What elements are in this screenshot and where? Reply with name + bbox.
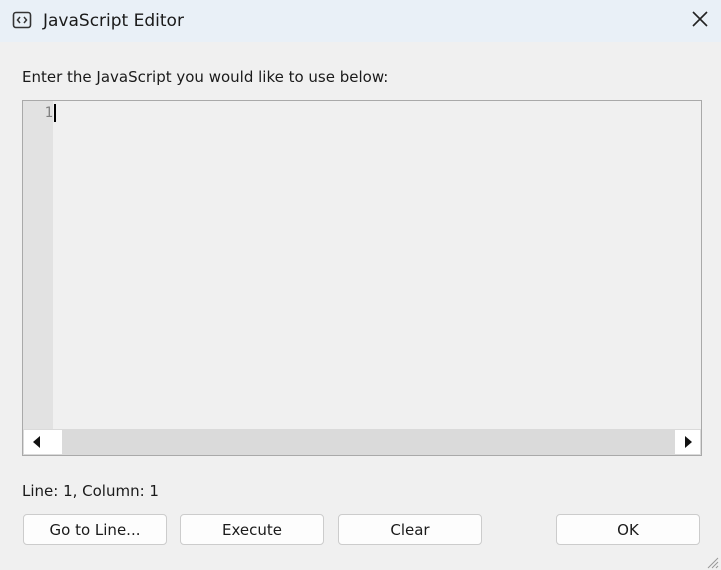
javascript-editor-dialog: JavaScript Editor Enter the JavaScript y… — [0, 0, 721, 570]
resize-grip-icon[interactable] — [705, 554, 719, 569]
clear-button[interactable]: Clear — [338, 514, 482, 545]
triangle-left-icon — [32, 433, 42, 452]
horizontal-scrollbar[interactable] — [23, 429, 701, 455]
line-number-gutter: 1 — [23, 101, 53, 429]
ok-button[interactable]: OK — [556, 514, 700, 545]
close-icon — [692, 11, 708, 31]
close-button[interactable] — [679, 0, 721, 42]
line-number: 1 — [44, 105, 53, 121]
execute-button[interactable]: Execute — [180, 514, 324, 545]
triangle-right-icon — [683, 433, 693, 452]
scrollbar-thumb[interactable] — [50, 430, 62, 454]
text-caret — [54, 104, 56, 122]
scroll-right-button[interactable] — [675, 430, 700, 454]
code-window-icon — [12, 11, 32, 29]
instruction-label: Enter the JavaScript you would like to u… — [22, 68, 389, 86]
window-title: JavaScript Editor — [43, 11, 184, 31]
scroll-left-button[interactable] — [24, 430, 50, 454]
cursor-position-status: Line: 1, Column: 1 — [22, 482, 159, 500]
code-editor[interactable]: 1 — [22, 100, 702, 456]
title-bar[interactable]: JavaScript Editor — [0, 0, 721, 42]
go-to-line-button[interactable]: Go to Line... — [23, 514, 167, 545]
